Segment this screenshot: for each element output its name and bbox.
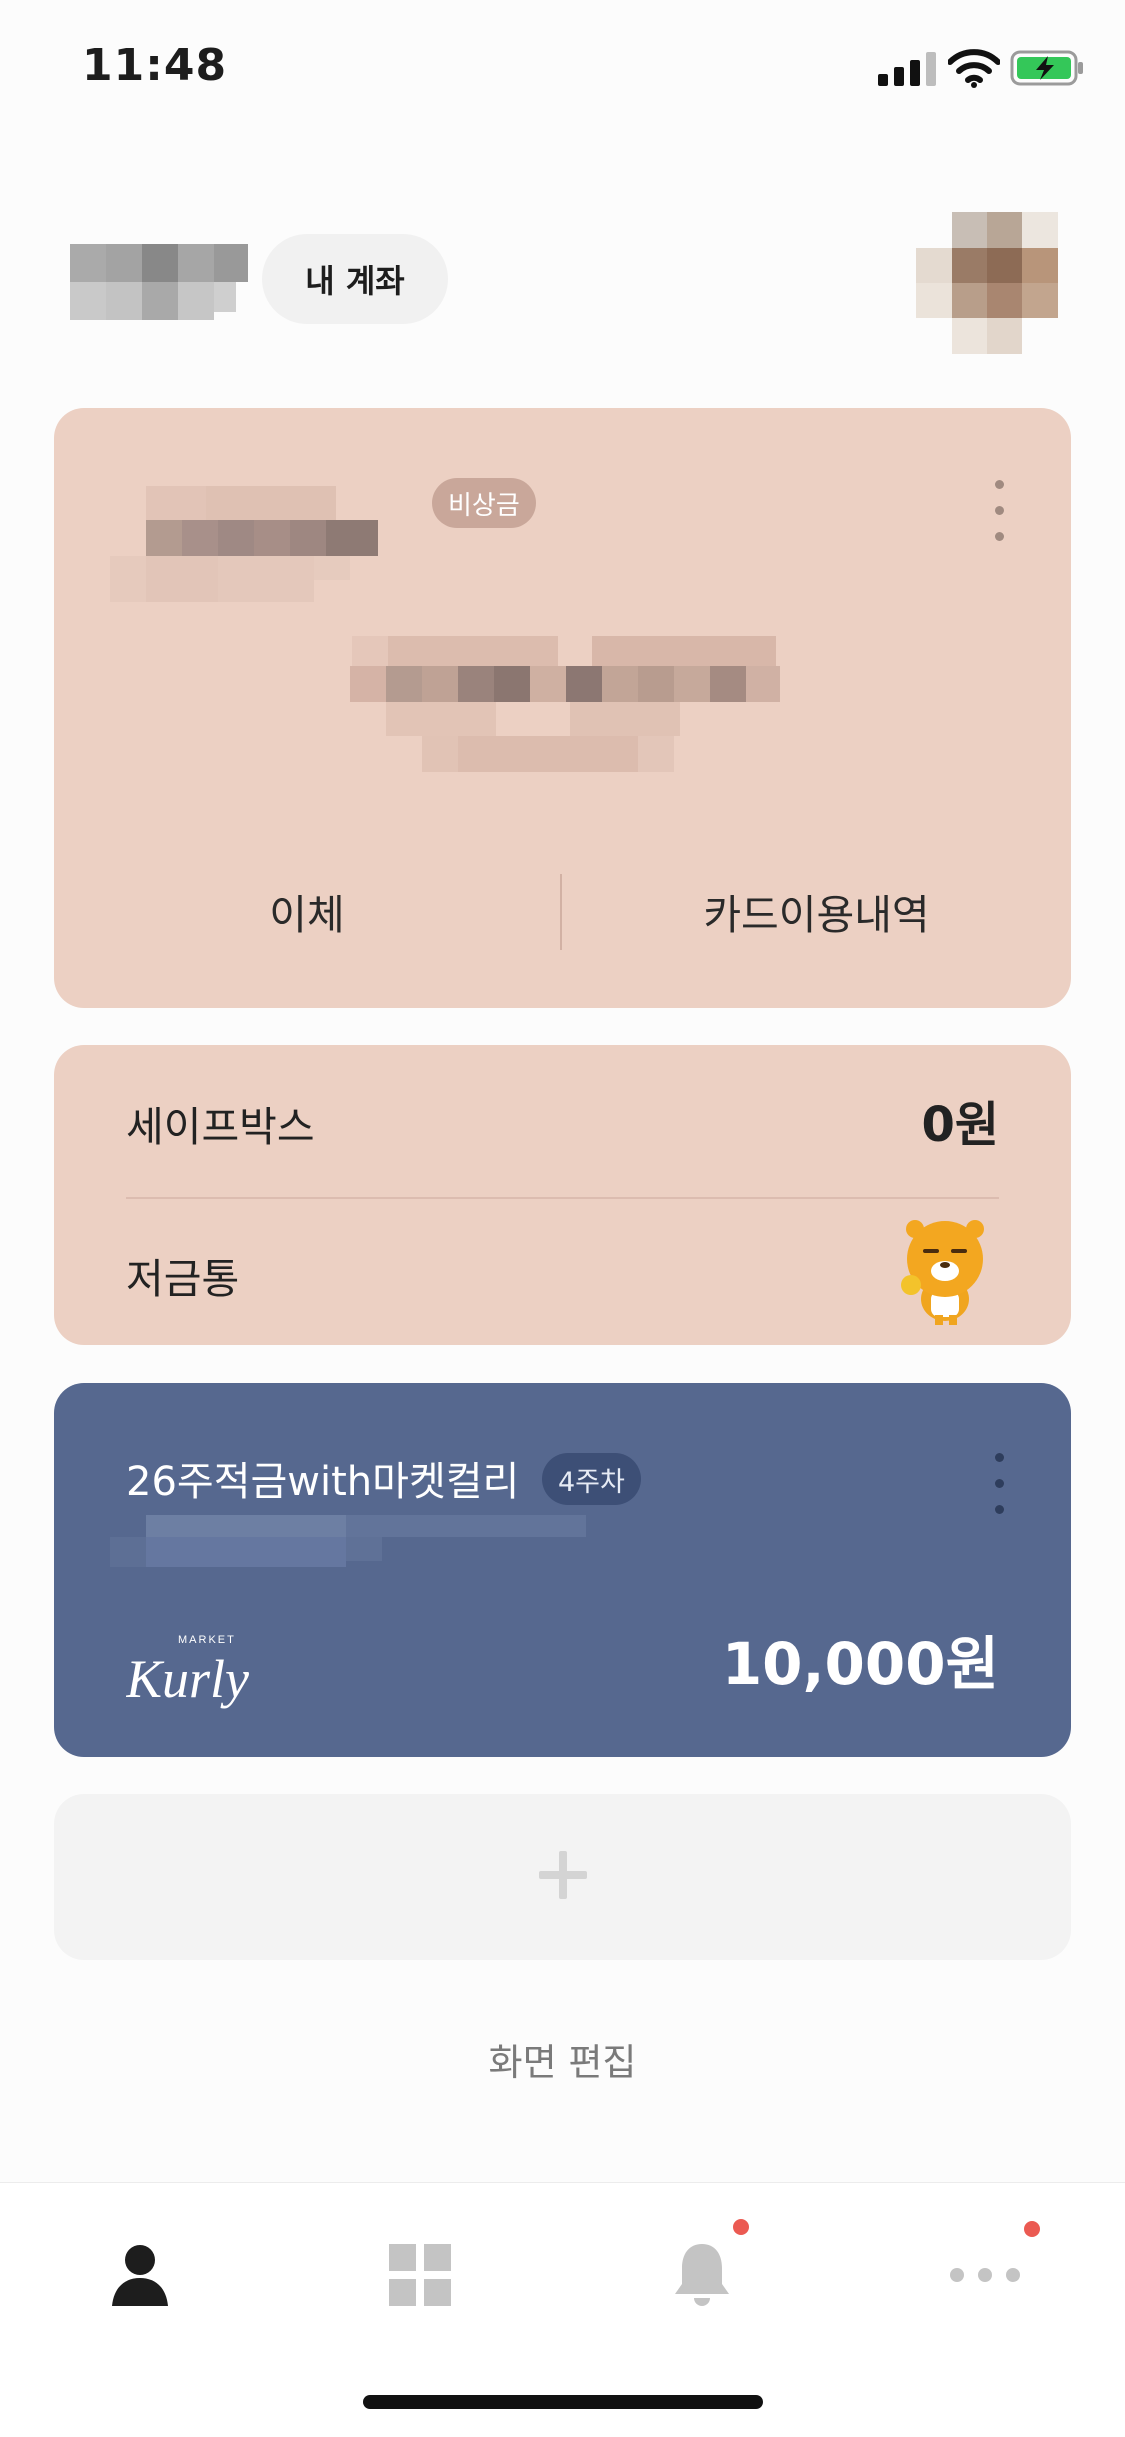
transfer-button[interactable]: 이체 (54, 866, 560, 956)
svg-text:Kurly: Kurly (126, 1649, 249, 1709)
account-balance-blurred (350, 634, 780, 794)
status-time: 11:48 (82, 40, 228, 91)
tab-more[interactable] (930, 2221, 1040, 2325)
emergency-fund-badge: 비상금 (432, 478, 536, 528)
installment-savings-card[interactable]: 26주적금with마켓컬리 4주차 MARKET Kurly 10,000원 (54, 1383, 1071, 1757)
tab-products[interactable] (365, 2225, 475, 2325)
market-kurly-logo: MARKET Kurly (126, 1634, 249, 1709)
installment-title: 26주적금with마켓컬리 (126, 1459, 520, 1505)
notification-badge (733, 2219, 749, 2235)
person-icon (112, 2245, 168, 2306)
add-card-button[interactable] (54, 1794, 1071, 1960)
lion-character-icon (901, 1220, 984, 1325)
battery-charging-icon (1010, 50, 1083, 86)
card-history-button[interactable]: 카드이용내역 (562, 866, 1071, 956)
wifi-icon (948, 49, 1000, 88)
installment-amount: 10,000원 (721, 1630, 999, 1698)
grid-icon (389, 2244, 451, 2306)
tab-home[interactable] (85, 2225, 195, 2325)
home-indicator (363, 2395, 763, 2409)
my-account-button[interactable]: 내 계좌 (262, 234, 448, 324)
more-options-icon[interactable] (993, 1453, 1005, 1517)
more-badge (1024, 2221, 1040, 2237)
plus-icon (539, 1851, 587, 1899)
svg-text:MARKET: MARKET (178, 1634, 236, 1646)
profile-name-blurred (70, 244, 248, 320)
safebox-label[interactable]: 세이프박스 (126, 1093, 315, 1153)
cellular-signal-icon (878, 52, 936, 86)
main-account-card[interactable]: 비상금 이체 카드이용내역 (54, 408, 1071, 1008)
week-badge: 4주차 (542, 1453, 641, 1505)
safebox-amount: 0원 (921, 1097, 999, 1153)
account-name-blurred (110, 456, 430, 606)
more-options-icon[interactable] (993, 480, 1005, 544)
savings-card: 세이프박스 0원 저금통 (54, 1045, 1071, 1345)
bell-icon (675, 2244, 729, 2306)
savings-divider (126, 1197, 999, 1199)
more-dots-icon (950, 2268, 1020, 2282)
edit-screen-button[interactable]: 화면 편집 (0, 2032, 1125, 2086)
installment-subtitle-blurred (110, 1511, 590, 1571)
piggybank-label[interactable]: 저금통 (126, 1245, 239, 1305)
tab-notifications[interactable] (647, 2219, 757, 2325)
avatar[interactable] (916, 212, 1058, 354)
